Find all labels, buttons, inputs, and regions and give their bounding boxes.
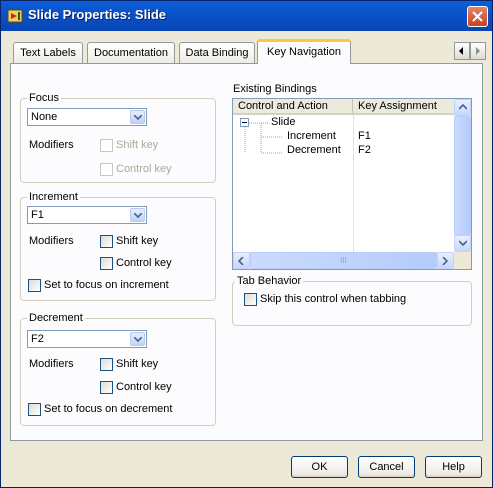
column-header-label: Control and Action: [238, 100, 328, 112]
decrement-group-label: Decrement: [27, 312, 85, 324]
decrement-control-label: Control key: [116, 381, 172, 393]
focus-key-value: None: [31, 111, 58, 123]
tab-label: Key Navigation: [267, 46, 341, 58]
title-bar[interactable]: Slide Properties: Slide: [1, 1, 492, 31]
column-header-action[interactable]: Control and Action: [233, 99, 353, 115]
binding-action[interactable]: Increment: [287, 130, 336, 142]
arrow-up-icon: [459, 104, 467, 110]
dropdown-button[interactable]: [130, 208, 145, 222]
decrement-set-focus-label: Set to focus on decrement: [44, 403, 173, 415]
increment-modifiers-label: Modifiers: [29, 235, 74, 247]
increment-control-label: Control key: [116, 257, 172, 269]
dropdown-button[interactable]: [130, 110, 145, 124]
focus-control-label: Control key: [116, 163, 172, 175]
tab-label: Documentation: [94, 47, 168, 59]
skip-control-checkbox[interactable]: [244, 293, 257, 306]
scroll-corner: [454, 252, 471, 269]
decrement-modifiers-label: Modifiers: [29, 358, 74, 370]
tab-key-navigation[interactable]: Key Navigation: [257, 39, 351, 64]
tree-root-item[interactable]: Slide: [271, 116, 295, 128]
button-label: Cancel: [369, 461, 404, 473]
vertical-scroll-thumb[interactable]: [454, 116, 471, 235]
arrow-right-icon: [442, 257, 448, 265]
skip-control-label: Skip this control when tabbing: [260, 293, 407, 305]
arrow-left-icon: [459, 47, 463, 55]
cancel-button[interactable]: Cancel: [358, 456, 415, 478]
increment-key-select[interactable]: F1: [27, 206, 147, 224]
scroll-grip: III: [340, 256, 347, 265]
decrement-control-checkbox[interactable]: [100, 381, 113, 394]
button-label: Help: [442, 461, 465, 473]
decrement-shift-label: Shift key: [116, 358, 159, 370]
tab-label: Text Labels: [20, 47, 76, 59]
increment-shift-label: Shift key: [116, 235, 159, 247]
dropdown-button[interactable]: [130, 332, 145, 346]
ok-button[interactable]: OK: [291, 456, 348, 478]
binding-key: F2: [358, 144, 371, 156]
horizontal-scroll-thumb[interactable]: III: [250, 252, 437, 269]
scroll-left-button[interactable]: [233, 252, 250, 269]
focus-group-label: Focus: [27, 92, 61, 104]
binding-action[interactable]: Decrement: [287, 144, 341, 156]
chevron-down-icon: [134, 115, 142, 120]
labview-app-icon: [7, 8, 23, 24]
scroll-up-button[interactable]: [454, 99, 471, 116]
vertical-scrollbar[interactable]: [454, 99, 471, 252]
tab-scroll-left-button[interactable]: [454, 42, 470, 60]
existing-bindings-label: Existing Bindings: [233, 83, 317, 95]
close-button[interactable]: [467, 6, 488, 27]
arrow-down-icon: [459, 240, 467, 246]
column-header-key[interactable]: Key Assignment: [353, 99, 454, 115]
window-title: Slide Properties: Slide: [28, 7, 166, 22]
tab-documentation[interactable]: Documentation: [87, 42, 175, 64]
decrement-key-select[interactable]: F2: [27, 330, 147, 348]
chevron-down-icon: [134, 213, 142, 218]
increment-shift-checkbox[interactable]: [100, 235, 113, 248]
tab-label: Data Binding: [185, 47, 249, 59]
decrement-key-value: F2: [31, 333, 44, 345]
focus-modifiers-label: Modifiers: [29, 139, 74, 151]
increment-group-label: Increment: [27, 191, 80, 203]
scroll-down-button[interactable]: [454, 235, 471, 252]
focus-shift-label: Shift key: [116, 139, 159, 151]
focus-control-checkbox[interactable]: [100, 163, 113, 176]
button-label: OK: [311, 461, 328, 473]
tab-scroll-right-button[interactable]: [470, 42, 486, 60]
increment-set-focus-label: Set to focus on increment: [44, 279, 169, 291]
chevron-down-icon: [134, 337, 142, 342]
decrement-set-focus-checkbox[interactable]: [28, 403, 41, 416]
dialog-window: Slide Properties: Slide Text Labels Docu…: [0, 0, 493, 488]
column-header-label: Key Assignment: [358, 100, 437, 112]
collapse-toggle-icon[interactable]: [240, 118, 249, 127]
column-divider: [353, 115, 354, 252]
increment-control-checkbox[interactable]: [100, 257, 113, 270]
arrow-left-icon: [238, 257, 244, 265]
arrow-right-icon: [476, 47, 480, 55]
existing-bindings-list[interactable]: Control and Action Key Assignment Slide …: [232, 98, 472, 270]
horizontal-scrollbar[interactable]: III: [233, 252, 454, 269]
close-icon: [472, 11, 483, 22]
tab-text-labels[interactable]: Text Labels: [13, 42, 83, 64]
focus-shift-checkbox[interactable]: [100, 139, 113, 152]
tab-data-binding[interactable]: Data Binding: [179, 42, 255, 64]
scroll-right-button[interactable]: [437, 252, 454, 269]
focus-key-select[interactable]: None: [27, 108, 147, 126]
tab-behavior-label: Tab Behavior: [235, 275, 304, 287]
binding-key: F1: [358, 130, 371, 142]
increment-set-focus-checkbox[interactable]: [28, 279, 41, 292]
help-button[interactable]: Help: [425, 456, 482, 478]
increment-key-value: F1: [31, 209, 44, 221]
decrement-shift-checkbox[interactable]: [100, 358, 113, 371]
